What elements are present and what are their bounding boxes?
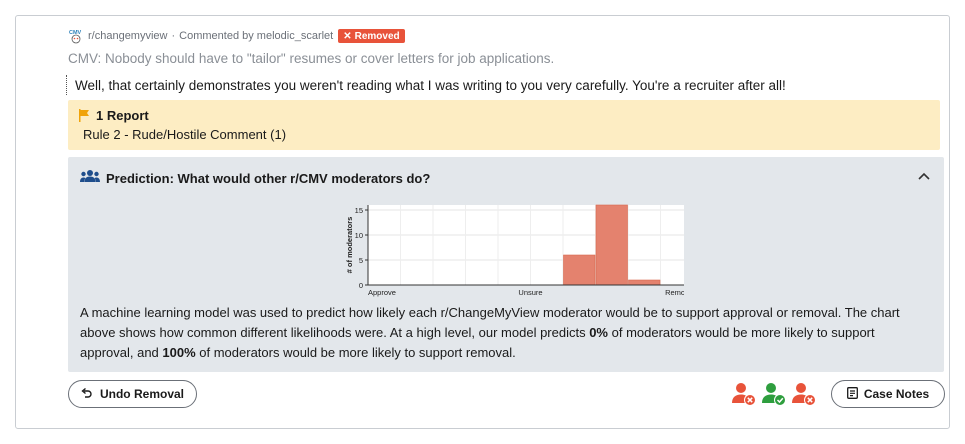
report-count: 1 Report (96, 108, 149, 123)
meta-separator: · (171, 30, 176, 42)
remove-percent: 100% (162, 345, 196, 360)
chart-y-tick-label: 0 (359, 281, 363, 290)
prediction-desc-part3: of moderators would be more likely to su… (195, 345, 516, 360)
flag-icon (78, 109, 90, 127)
case-notes-button[interactable]: Case Notes (831, 380, 945, 408)
report-rule: Rule 2 - Rude/Hostile Comment (1) (83, 127, 287, 142)
histogram-bar (595, 204, 628, 286)
comment-body: Well, that certainly demonstrates you we… (66, 74, 786, 96)
chart-y-tick-label: 5 (359, 256, 363, 265)
moderator-remove-vote-icon (792, 383, 816, 406)
histogram-bar (563, 254, 596, 286)
subreddit-link[interactable]: r/changemyview (88, 30, 167, 42)
undo-icon (81, 387, 92, 401)
case-notes-label: Case Notes (863, 387, 930, 401)
moderator-remove-vote-icon (732, 383, 756, 406)
comment-thread-line (66, 75, 67, 95)
prediction-histogram: 0 5 10 15 Approve Unsure Remove # of moderators (345, 204, 684, 297)
post-title[interactable]: CMV: Nobody should have to "tailor" resu… (68, 51, 554, 66)
prediction-panel: Prediction: What would other r/CMV moder… (68, 157, 944, 372)
removed-badge: ✕ Removed (338, 29, 405, 43)
comment-meta: CMV r/changemyview · Commented by melodi… (68, 27, 405, 45)
chart-x-tick-label: Unsure (518, 288, 542, 297)
notes-icon (846, 386, 858, 402)
undo-removal-button[interactable]: Undo Removal (68, 380, 197, 408)
chart-x-tick-label: Remove (665, 288, 684, 297)
chart-plot-area (368, 205, 684, 285)
moderator-votes (731, 382, 821, 406)
cmv-snoo-icon: CMV (68, 28, 84, 44)
users-icon (80, 169, 100, 188)
removed-label: Removed (354, 30, 400, 42)
chart-y-axis-label: # of moderators (345, 217, 354, 274)
histogram-bar (628, 279, 661, 286)
moderator-approve-vote-icon (762, 383, 786, 406)
chart-x-tick-label: Approve (368, 288, 396, 297)
chevron-up-icon[interactable] (918, 167, 930, 183)
chart-y-tick-label: 15 (355, 206, 363, 215)
mod-queue-card: CMV r/changemyview · Commented by melodi… (15, 15, 950, 429)
prediction-description: A machine learning model was used to pre… (80, 303, 930, 363)
commented-by-text: Commented by melodic_scarlet (179, 30, 334, 42)
prediction-title: Prediction: What would other r/CMV moder… (106, 171, 431, 186)
approve-percent: 0% (589, 325, 608, 340)
prediction-header[interactable]: Prediction: What would other r/CMV moder… (80, 169, 430, 188)
comment-text: Well, that certainly demonstrates you we… (75, 77, 786, 93)
close-icon: ✕ (343, 30, 352, 42)
chart-y-tick-label: 10 (355, 231, 363, 240)
undo-removal-label: Undo Removal (99, 387, 184, 401)
report-box: 1 Report Rule 2 - Rude/Hostile Comment (… (68, 100, 940, 150)
